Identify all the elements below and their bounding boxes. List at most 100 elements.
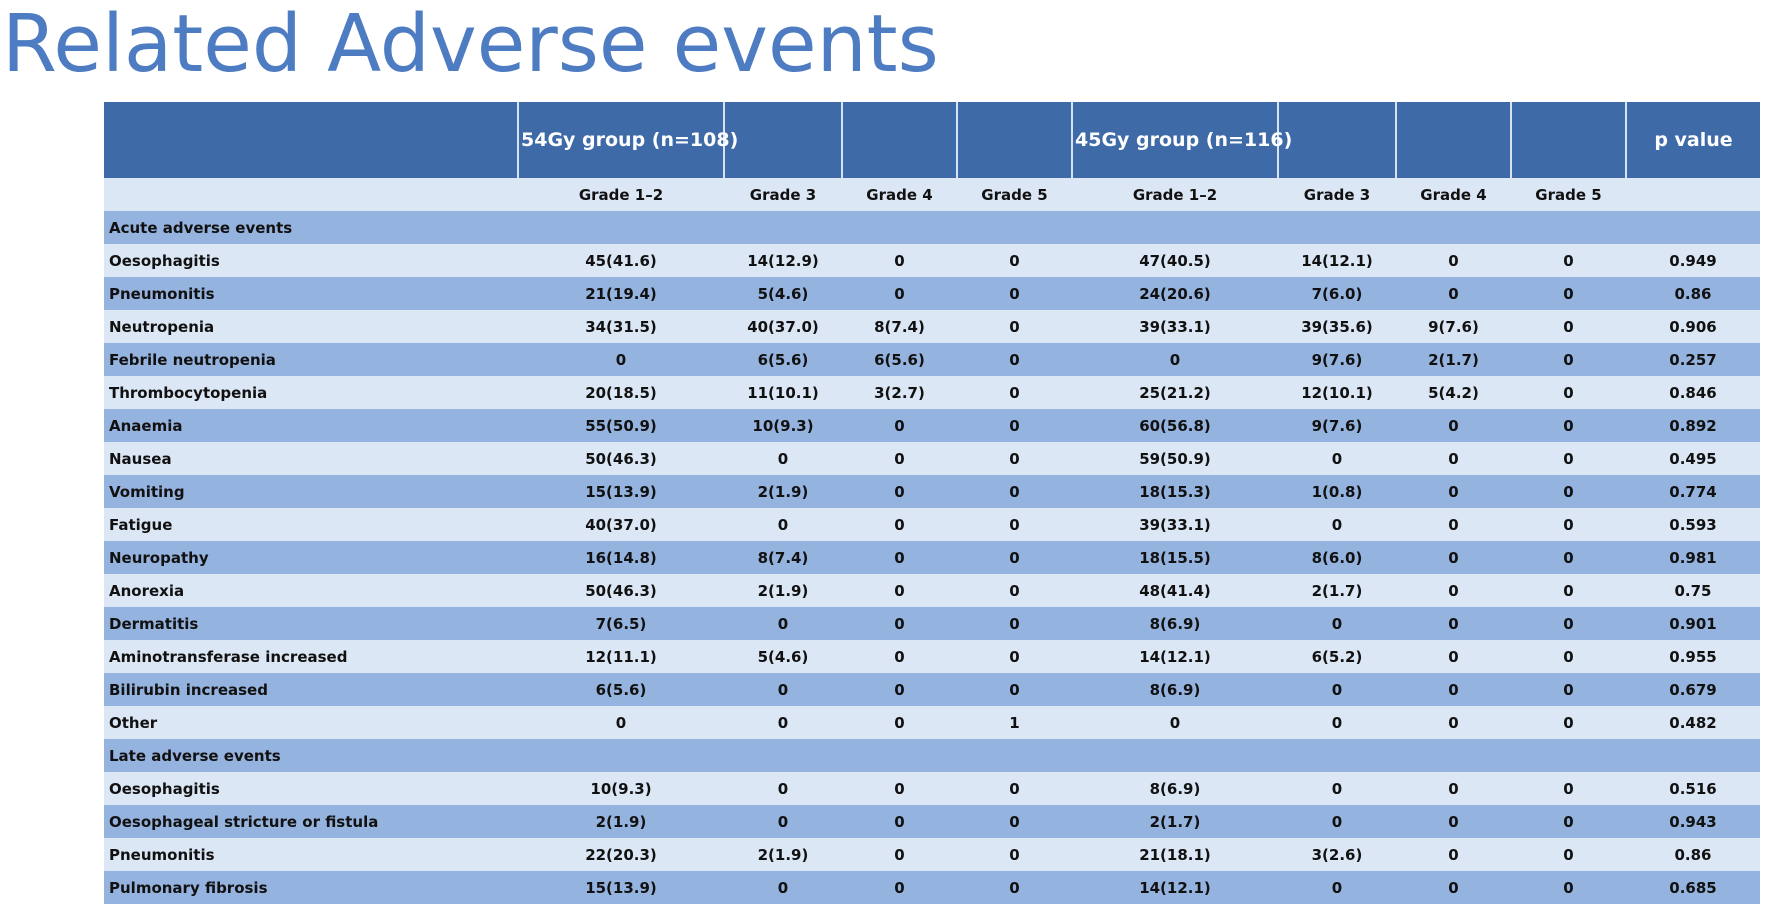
table-cell: 9(7.6) [1396,310,1511,343]
table-cell: 0 [842,838,957,871]
grade-header-cell: Grade 1–2 [1072,178,1278,211]
table-cell: 0 [842,277,957,310]
event-label: Neuropathy [104,541,518,574]
table-cell: 0 [957,607,1072,640]
p-value-cell [1626,211,1760,244]
p-value-cell: 0.86 [1626,838,1760,871]
table-cell: 39(35.6) [1278,310,1396,343]
group-header-cell: 54Gy group (n=108) [518,102,738,178]
table-cell: 0 [1511,475,1626,508]
table-cell: 0 [842,871,957,904]
table-cell: 34(31.5) [518,310,724,343]
event-label: Aminotransferase increased [104,640,518,673]
p-value-header: p value [1626,102,1760,178]
table-cell: 0 [957,442,1072,475]
table-cell: 0 [957,508,1072,541]
table-cell: 2(1.9) [518,805,724,838]
table-cell: 7(6.5) [518,607,724,640]
table-cell: 0 [724,508,842,541]
table-cell: 0 [1278,772,1396,805]
table-cell: 0 [1278,442,1396,475]
grade-header-cell: Grade 4 [842,178,957,211]
table-cell: 0 [724,772,842,805]
slide-title: Related Adverse events [2,0,939,90]
table-cell: 0 [1511,442,1626,475]
table-cell: 0 [1396,673,1511,706]
table-cell: 0 [957,343,1072,376]
table-cell [1278,211,1396,244]
table-cell: 0 [1278,871,1396,904]
table-cell: 8(6.9) [1072,607,1278,640]
table-row: Nausea 50(46.3) 0 0 0 59(50.9) 0 0 0 0.495 [104,442,1760,475]
p-value-cell: 0.86 [1626,277,1760,310]
table-cell: 8(6.9) [1072,673,1278,706]
grade-header-cell [1626,178,1760,211]
p-value-cell: 0.75 [1626,574,1760,607]
p-value-cell: 0.949 [1626,244,1760,277]
table-cell [957,211,1072,244]
table-cell: 55(50.9) [518,409,724,442]
table-cell: 0 [842,442,957,475]
table-row: Pneumonitis 21(19.4) 5(4.6) 0 0 24(20.6) 7(6.0… [104,277,1760,310]
table-cell: 18(15.3) [1072,475,1278,508]
table-cell: 39(33.1) [1072,310,1278,343]
table-cell: 14(12.1) [1072,871,1278,904]
table-cell [842,739,957,772]
event-label: Anaemia [104,409,518,442]
p-value-cell: 0.906 [1626,310,1760,343]
table-cell: 8(7.4) [842,310,957,343]
table-cell: 20(18.5) [518,376,724,409]
table-cell: 0 [842,541,957,574]
table-cell: 18(15.5) [1072,541,1278,574]
grade-header-cell: Grade 3 [1278,178,1396,211]
table-cell: 0 [1511,277,1626,310]
table-cell: 0 [1396,706,1511,739]
table-cell: 0 [957,574,1072,607]
table-cell: 0 [1396,541,1511,574]
table-cell: 2(1.7) [1072,805,1278,838]
table-cell [1072,739,1278,772]
table-cell: 3(2.6) [1278,838,1396,871]
table-cell: 2(1.7) [1396,343,1511,376]
p-value-cell: 0.685 [1626,871,1760,904]
table-cell: 3(2.7) [842,376,957,409]
table-cell: 40(37.0) [724,310,842,343]
table-cell [724,739,842,772]
event-label: Nausea [104,442,518,475]
table-cell [1511,211,1626,244]
table-cell [957,739,1072,772]
table-cell: 0 [1511,343,1626,376]
table-row: Oesophagitis 10(9.3) 0 0 0 8(6.9) 0 0 0 0.516 [104,772,1760,805]
table-cell: 2(1.9) [724,838,842,871]
group-header-cell [957,102,1073,178]
table-cell: 0 [1278,673,1396,706]
table-cell: 0 [1511,640,1626,673]
table-cell: 0 [957,475,1072,508]
table-cell: 0 [1072,706,1278,739]
grade-header-cell: Grade 4 [1396,178,1511,211]
table-row: Aminotransferase increased 12(11.1) 5(4.6)… [104,640,1760,673]
table-cell: 0 [842,805,957,838]
table-cell: 0 [957,838,1072,871]
table-cell: 11(10.1) [724,376,842,409]
event-label: Oesophagitis [104,772,518,805]
table-cell [518,211,724,244]
table-cell: 0 [842,508,957,541]
table-cell: 0 [1511,805,1626,838]
table-cell: 0 [957,244,1072,277]
table-cell: 45(41.6) [518,244,724,277]
table-cell: 14(12.1) [1278,244,1396,277]
table-cell: 0 [1511,673,1626,706]
table-cell: 0 [957,376,1072,409]
event-label: Bilirubin increased [104,673,518,706]
table-cell: 0 [842,475,957,508]
table-cell: 0 [957,805,1072,838]
table-cell: 39(33.1) [1072,508,1278,541]
table-cell: 0 [1396,475,1511,508]
table-cell: 8(6.9) [1072,772,1278,805]
event-label: Pulmonary fibrosis [104,871,518,904]
table-cell: 0 [957,772,1072,805]
event-label: Fatigue [104,508,518,541]
table-cell: 14(12.9) [724,244,842,277]
p-value-cell: 0.257 [1626,343,1760,376]
